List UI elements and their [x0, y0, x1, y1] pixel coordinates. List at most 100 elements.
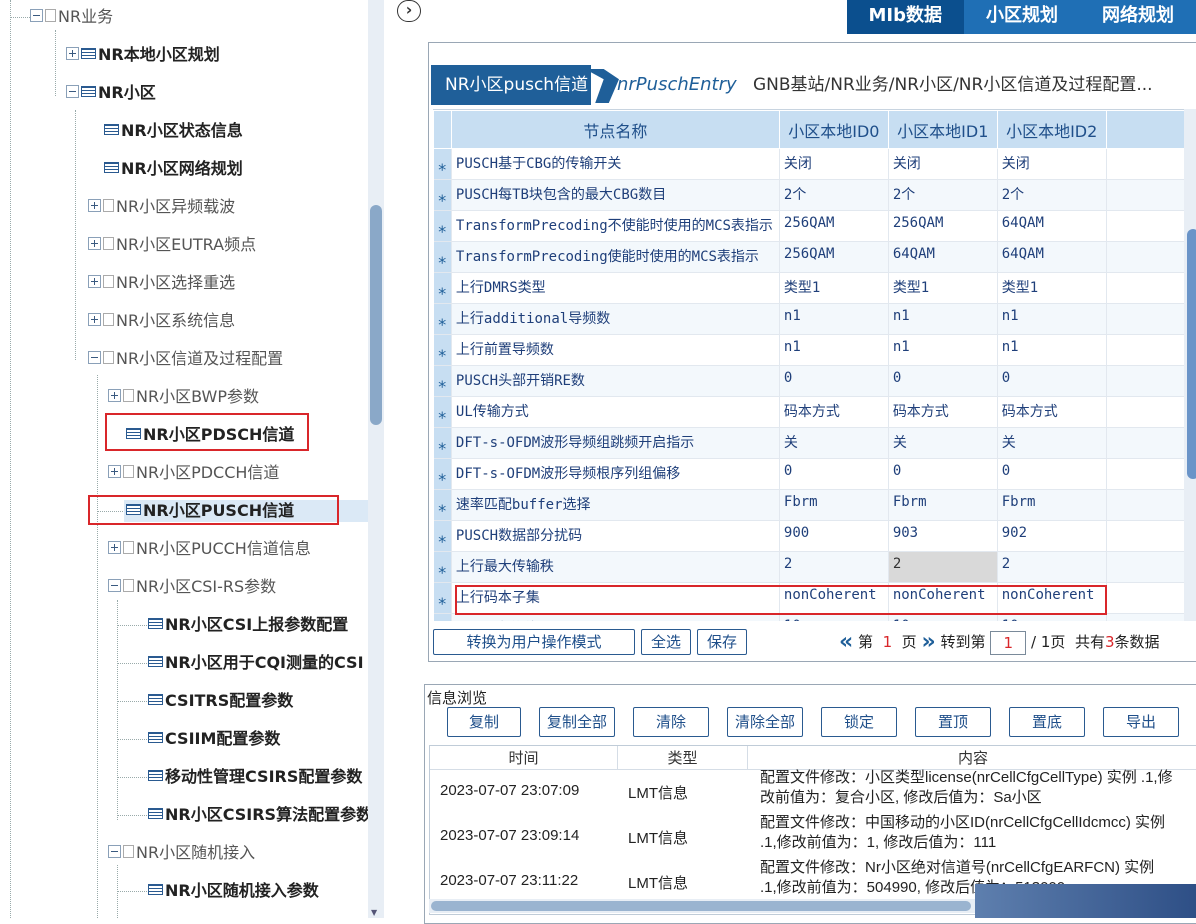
table-row[interactable]: *DFT-s-OFDM波形导频根序列组偏移000	[434, 459, 1185, 490]
collapse-icon[interactable]	[108, 845, 121, 858]
collapse-icon[interactable]	[88, 351, 101, 364]
table-row[interactable]: *上行additional导频数n1n1n1	[434, 304, 1185, 335]
tree-node-channel-process-config[interactable]: NR小区信道及过程配置	[88, 344, 283, 374]
param-value-cell[interactable]: 类型1	[997, 273, 1106, 304]
tree-scrollbar[interactable]: ▼	[368, 0, 384, 918]
copy-all-button[interactable]: 复制全部	[539, 707, 615, 737]
table-row[interactable]: *PUSCH头部开销RE数000	[434, 366, 1185, 397]
param-value-cell[interactable]: 902	[997, 521, 1106, 552]
param-value-cell[interactable]: 0	[888, 459, 997, 490]
tree-node-pdcch-channel[interactable]: NR小区PDCCH信道	[108, 458, 279, 488]
clear-all-button[interactable]: 清除全部	[727, 707, 803, 737]
param-value-cell[interactable]: 256QAM	[888, 211, 997, 242]
param-value-cell[interactable]: 2个	[997, 180, 1106, 211]
expand-icon[interactable]	[88, 275, 101, 288]
table-row[interactable]: *PUSCH基于CBG的传输开关关闭关闭关闭	[434, 149, 1185, 180]
expand-icon[interactable]	[88, 237, 101, 250]
goto-page-input[interactable]: 1	[990, 631, 1026, 655]
param-value-cell[interactable]: 64QAM	[997, 211, 1106, 242]
param-value-cell[interactable]: 2	[997, 552, 1106, 583]
param-value-cell[interactable]: Fbrm	[997, 490, 1106, 521]
log-row[interactable]: 2023-07-07 23:09:14 LMT信息 配置文件修改：中国移动的小区…	[430, 813, 1196, 858]
panel-tab-title[interactable]: NR小区pusch信道	[431, 65, 591, 105]
param-value-cell[interactable]: 类型1	[888, 273, 997, 304]
tree-node-random-access-params[interactable]: NR小区随机接入参数	[148, 876, 319, 906]
collapse-icon[interactable]	[66, 85, 79, 98]
copy-button[interactable]: 复制	[447, 707, 521, 737]
param-value-cell[interactable]: 256QAM	[779, 242, 888, 273]
tree-node-nr-cell[interactable]: NR小区	[66, 78, 156, 108]
export-button[interactable]: 导出	[1103, 707, 1179, 737]
table-row[interactable]: *上行DMRS类型类型1类型1类型1	[434, 273, 1185, 304]
tree-node-pucch-channel[interactable]: NR小区PUCCH信道信息	[108, 534, 311, 564]
param-value-cell[interactable]: n1	[997, 304, 1106, 335]
param-value-cell[interactable]: n1	[888, 304, 997, 335]
table-scrollbar-thumb[interactable]	[1187, 229, 1196, 479]
collapse-icon[interactable]	[30, 9, 43, 22]
expand-icon[interactable]	[88, 199, 101, 212]
log-header-time[interactable]: 时间	[430, 746, 618, 769]
table-row[interactable]: *TransformPrecoding使能时使用的MCS表指示256QAM64Q…	[434, 242, 1185, 273]
collapse-sidebar-button[interactable]: ›	[397, 0, 421, 22]
param-value-cell[interactable]: 2个	[779, 180, 888, 211]
pin-bottom-button[interactable]: 置底	[1009, 707, 1085, 737]
prev-page-icon[interactable]: «	[839, 630, 853, 655]
tab-network-plan[interactable]: 网络规划	[1080, 0, 1196, 34]
param-value-cell[interactable]: 0	[888, 366, 997, 397]
table-row[interactable]: *上行前置导频数n1n1n1	[434, 335, 1185, 366]
tree-node-mobility-csirs[interactable]: 移动性管理CSIRS配置参数	[148, 762, 362, 792]
param-value-cell[interactable]: 64QAM	[997, 242, 1106, 273]
param-value-cell[interactable]: 0	[997, 459, 1106, 490]
user-mode-button[interactable]: 转换为用户操作模式	[433, 629, 635, 655]
tree-node-inter-freq-carrier[interactable]: NR小区异频载波	[88, 192, 235, 222]
param-value-cell[interactable]: 256QAM	[779, 211, 888, 242]
tree-node-csi-report-config[interactable]: NR小区CSI上报参数配置	[148, 610, 348, 640]
param-value-cell[interactable]: 0	[997, 366, 1106, 397]
param-value-cell[interactable]: Fbrm	[888, 490, 997, 521]
param-value-cell[interactable]: 0	[779, 459, 888, 490]
tree-node-cqi-csi[interactable]: NR小区用于CQI测量的CSI	[148, 648, 364, 678]
tree-node-eutra-freq[interactable]: NR小区EUTRA频点	[88, 230, 256, 260]
expand-icon[interactable]	[108, 389, 121, 402]
pin-top-button[interactable]: 置顶	[915, 707, 991, 737]
table-row[interactable]: *UL传输方式码本方式码本方式码本方式	[434, 397, 1185, 428]
tree-node-nr-local-cell-plan[interactable]: NR本地小区规划	[66, 40, 220, 70]
tree-node-csiim-config[interactable]: CSIIM配置参数	[148, 724, 280, 754]
param-value-cell[interactable]: Fbrm	[779, 490, 888, 521]
tree-node-csirs-algorithm[interactable]: NR小区CSIRS算法配置参数	[148, 800, 372, 830]
param-value-cell[interactable]: 关闭	[888, 149, 997, 180]
select-all-button[interactable]: 全选	[641, 629, 691, 655]
param-value-cell[interactable]: 码本方式	[779, 397, 888, 428]
tree-node-csi-rs-params[interactable]: NR小区CSI-RS参数	[108, 572, 276, 602]
lock-button[interactable]: 锁定	[821, 707, 897, 737]
param-value-cell[interactable]: 64QAM	[888, 242, 997, 273]
param-value-cell[interactable]: 码本方式	[997, 397, 1106, 428]
tree-node-cell-reselection[interactable]: NR小区选择重选	[88, 268, 235, 298]
tree-node-system-info[interactable]: NR小区系统信息	[88, 306, 235, 336]
clear-button[interactable]: 清除	[633, 707, 709, 737]
tree-node-csitrs-config[interactable]: CSITRS配置参数	[148, 686, 293, 716]
table-row[interactable]: *PUSCH数据部分扰码900903902	[434, 521, 1185, 552]
column-header-node-name[interactable]: 节点名称	[451, 111, 779, 149]
param-value-cell[interactable]: 类型1	[779, 273, 888, 304]
param-value-cell[interactable]: 2个	[888, 180, 997, 211]
tree-node-nr-cell-status[interactable]: NR小区状态信息	[104, 116, 243, 146]
param-value-cell[interactable]: n1	[779, 304, 888, 335]
tree-node-bwp-params[interactable]: NR小区BWP参数	[108, 382, 259, 412]
expand-icon[interactable]	[66, 47, 79, 60]
table-row[interactable]: *上行最大传输秩222	[434, 552, 1185, 583]
param-value-cell[interactable]: 关	[888, 428, 997, 459]
tree-scrollbar-thumb[interactable]	[370, 205, 382, 425]
log-scrollbar-thumb[interactable]	[431, 901, 971, 911]
param-value-cell[interactable]: 关	[997, 428, 1106, 459]
tab-mib-data[interactable]: MIb数据	[847, 0, 965, 34]
param-value-cell[interactable]: 903	[888, 521, 997, 552]
table-row[interactable]: *DFT-s-OFDM波形导频组跳频开启指示关关关	[434, 428, 1185, 459]
tree-node-nr-business[interactable]: NR业务	[30, 2, 113, 32]
log-row[interactable]: 2023-07-07 23:07:09 LMT信息 配置文件修改：小区类型lic…	[430, 768, 1196, 813]
tree-node-nr-cell-network-plan[interactable]: NR小区网络规划	[104, 154, 243, 184]
expand-icon[interactable]	[108, 465, 121, 478]
save-button[interactable]: 保存	[697, 629, 747, 655]
column-header-cell-id1[interactable]: 小区本地ID1	[888, 111, 997, 149]
param-value-cell[interactable]: 0	[779, 366, 888, 397]
